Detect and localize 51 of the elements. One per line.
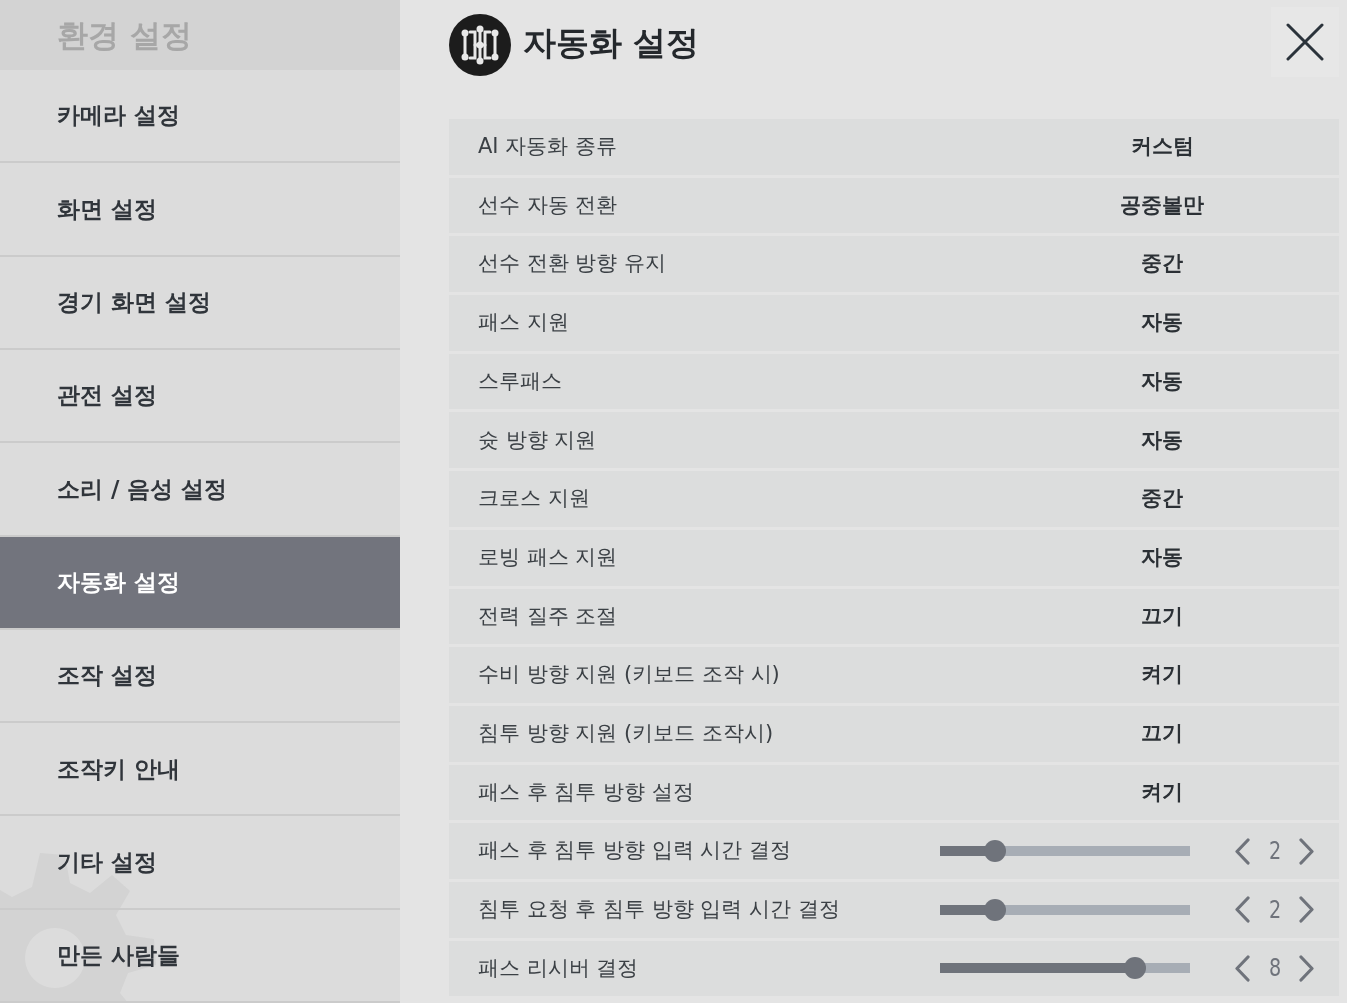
setting-label: 로빙 패스 지원 [478, 543, 619, 571]
sidebar-item[interactable]: 경기 화면 설정 [0, 256, 400, 350]
setting-label: 침투 요청 후 침투 방향 입력 시간 결정 [478, 896, 841, 924]
sidebar-item[interactable]: 카메라 설정 [0, 70, 400, 164]
setting-value[interactable]: 커스텀 [1062, 131, 1262, 163]
setting-label: 전력 질주 조절 [478, 602, 619, 630]
setting-label: 패스 후 침투 방향 설정 [478, 778, 695, 806]
chevron-right-icon[interactable] [1298, 954, 1315, 982]
setting-label: 패스 지원 [478, 309, 570, 337]
slider-thumb[interactable] [984, 898, 1006, 921]
setting-label: 스루패스 [478, 367, 563, 395]
sidebar-item[interactable]: 화면 설정 [0, 163, 400, 257]
sidebar-item[interactable]: 만든 사람들 [0, 909, 400, 1003]
setting-value[interactable]: 켜기 [1062, 659, 1262, 691]
setting-value[interactable]: 중간 [1062, 483, 1262, 515]
setting-label: 선수 자동 전환 [478, 191, 619, 219]
panel-title: 자동화 설정 [523, 26, 700, 59]
setting-label: 슛 방향 지원 [478, 426, 598, 454]
slider-thumb[interactable] [984, 840, 1006, 863]
setting-value[interactable]: 켜기 [1062, 776, 1262, 809]
chevron-left-icon[interactable] [1234, 896, 1251, 924]
setting-value[interactable]: 공중볼만 [1062, 189, 1262, 222]
setting-value[interactable]: 끄기 [1062, 717, 1262, 750]
setting-value[interactable]: 자동 [1062, 541, 1262, 574]
setting-value[interactable]: 자동 [1062, 365, 1262, 398]
sidebar-item[interactable]: 자동화 설정 [0, 536, 400, 630]
chevron-left-icon[interactable] [1234, 837, 1251, 865]
slider-value: 8 [1267, 953, 1282, 985]
setting-label: 침투 방향 지원 (키보드 조작시) [478, 719, 775, 747]
sidebar-item[interactable]: 관전 설정 [0, 349, 400, 444]
setting-label: 패스 리시버 결정 [478, 954, 640, 982]
setting-label: 패스 후 침투 방향 입력 시간 결정 [478, 837, 793, 865]
setting-label: 크로스 지원 [478, 485, 591, 513]
setting-value[interactable]: 자동 [1062, 424, 1262, 457]
setting-value[interactable]: 자동 [1062, 307, 1262, 339]
setting-value[interactable]: 끄기 [1062, 600, 1262, 633]
close-icon[interactable] [1286, 23, 1324, 61]
slider-thumb[interactable] [1124, 957, 1146, 980]
chevron-left-icon[interactable] [1234, 954, 1251, 982]
sidebar-item[interactable]: 조작 설정 [0, 629, 400, 724]
setting-label: 수비 방향 지원 (키보드 조작 시) [478, 661, 781, 689]
chevron-right-icon[interactable] [1298, 896, 1315, 924]
chevron-right-icon[interactable] [1298, 837, 1315, 865]
setting-label: AI 자동화 종류 [478, 133, 618, 161]
slider-value: 2 [1267, 836, 1282, 868]
sidebar-item[interactable]: 기타 설정 [0, 816, 400, 910]
setting-label: 선수 전환 방향 유지 [478, 250, 668, 278]
circuit-icon [449, 14, 511, 76]
setting-value[interactable]: 중간 [1062, 248, 1262, 280]
sidebar-item[interactable]: 조작키 안내 [0, 723, 400, 817]
slider-value: 2 [1267, 894, 1282, 926]
